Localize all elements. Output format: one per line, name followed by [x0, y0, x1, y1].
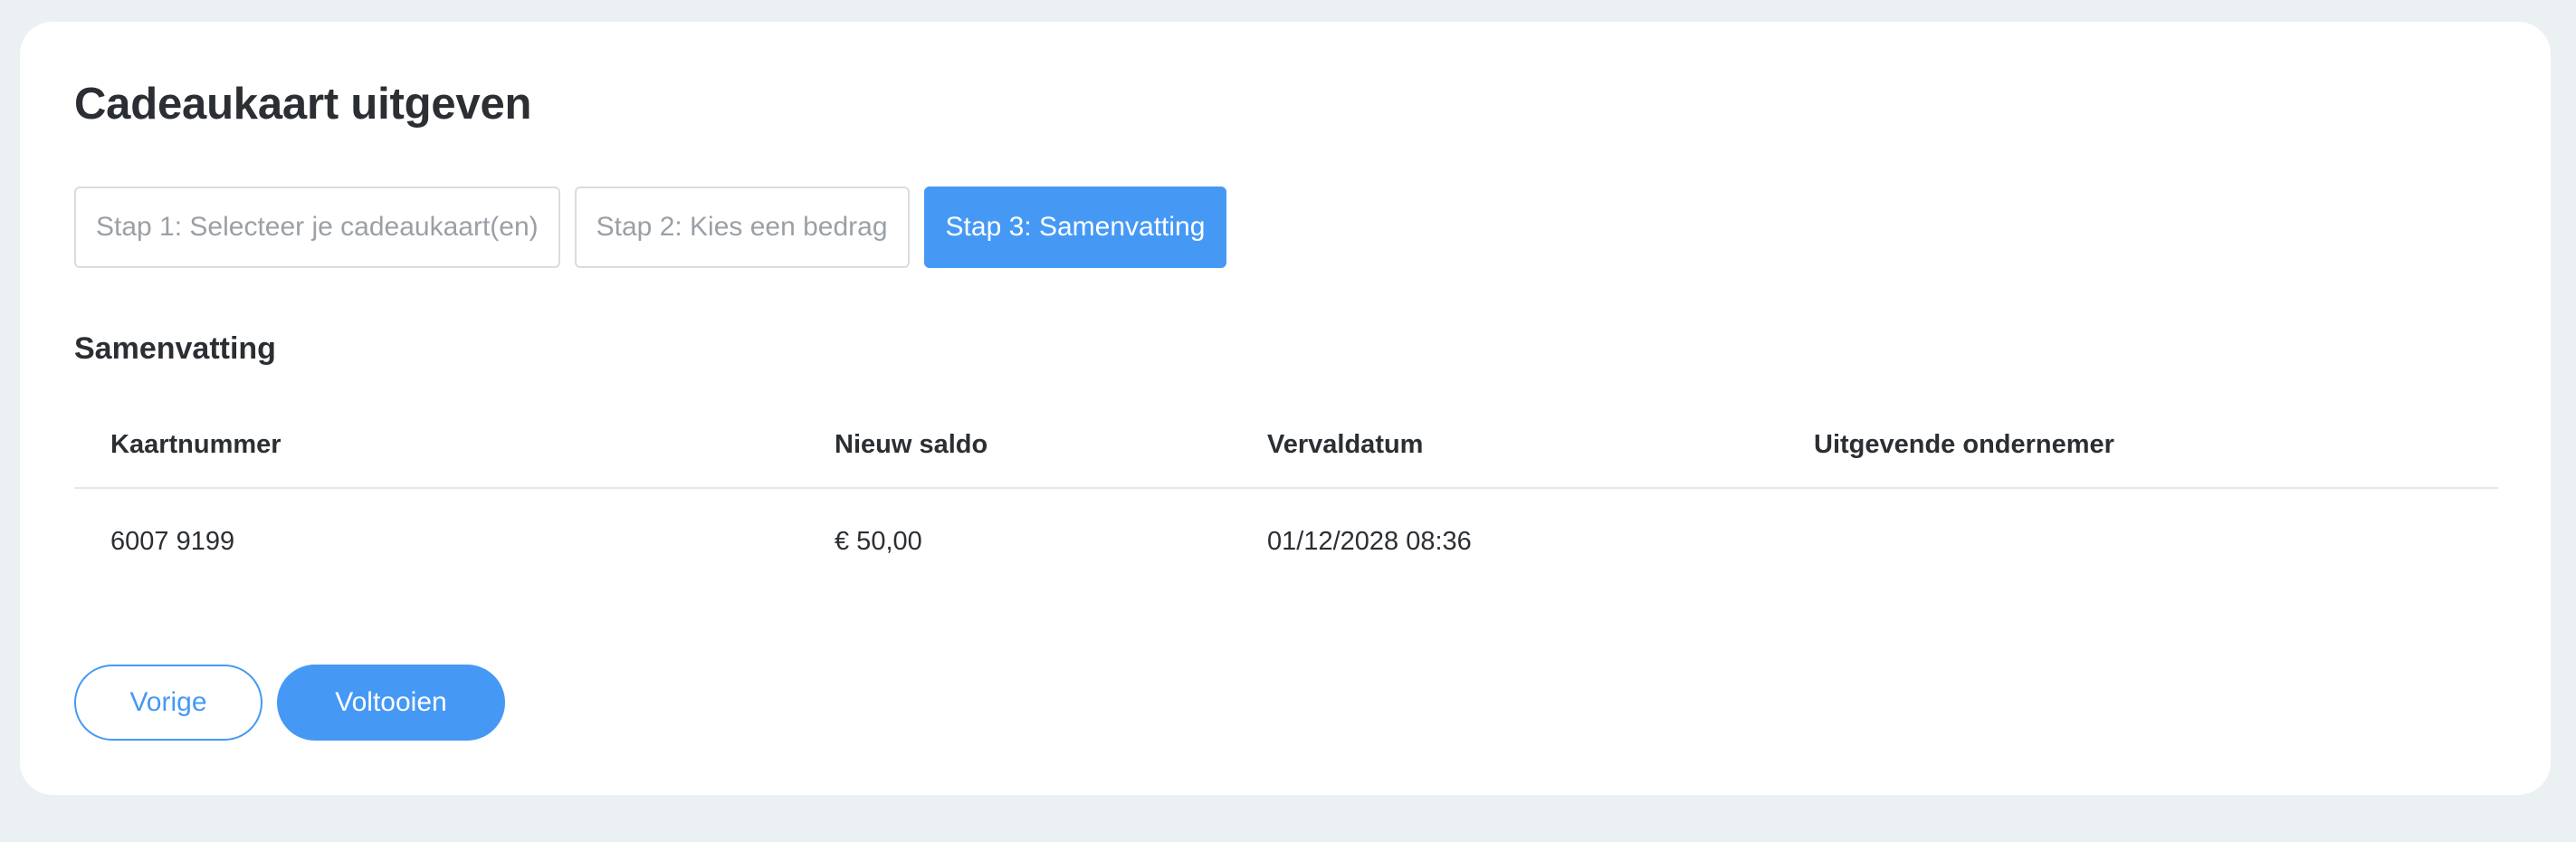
column-header-expiry-date: Vervaldatum — [1267, 429, 1424, 459]
stepper: Stap 1: Selecteer je cadeaukaart(en) Sta… — [74, 187, 1227, 268]
step-2-choose-amount[interactable]: Stap 2: Kies een bedrag — [574, 187, 910, 268]
column-header-new-balance: Nieuw saldo — [835, 429, 988, 459]
column-header-card-number: Kaartnummer — [110, 429, 281, 459]
step-3-summary[interactable]: Stap 3: Samenvatting — [923, 187, 1227, 268]
column-header-issuing-merchant: Uitgevende ondernemer — [1814, 429, 2114, 459]
table-row: 6007 9199 € 50,00 01/12/2028 08:36 — [74, 489, 2498, 594]
gift-card-issue-panel: Cadeaukaart uitgeven Stap 1: Selecteer j… — [20, 22, 2551, 795]
summary-table: Kaartnummer Nieuw saldo Vervaldatum Uitg… — [74, 402, 2498, 594]
finish-button[interactable]: Voltooien — [277, 665, 505, 741]
table-header-row: Kaartnummer Nieuw saldo Vervaldatum Uitg… — [74, 402, 2498, 489]
cell-card-number: 6007 9199 — [110, 526, 235, 556]
page-title: Cadeaukaart uitgeven — [74, 80, 532, 129]
form-actions: Vorige Voltooien — [74, 665, 505, 741]
previous-button[interactable]: Vorige — [74, 665, 262, 741]
cell-new-balance: € 50,00 — [835, 526, 922, 556]
section-title-summary: Samenvatting — [74, 331, 276, 366]
step-1-select-giftcards[interactable]: Stap 1: Selecteer je cadeaukaart(en) — [74, 187, 560, 268]
cell-expiry-date: 01/12/2028 08:36 — [1267, 526, 1472, 556]
